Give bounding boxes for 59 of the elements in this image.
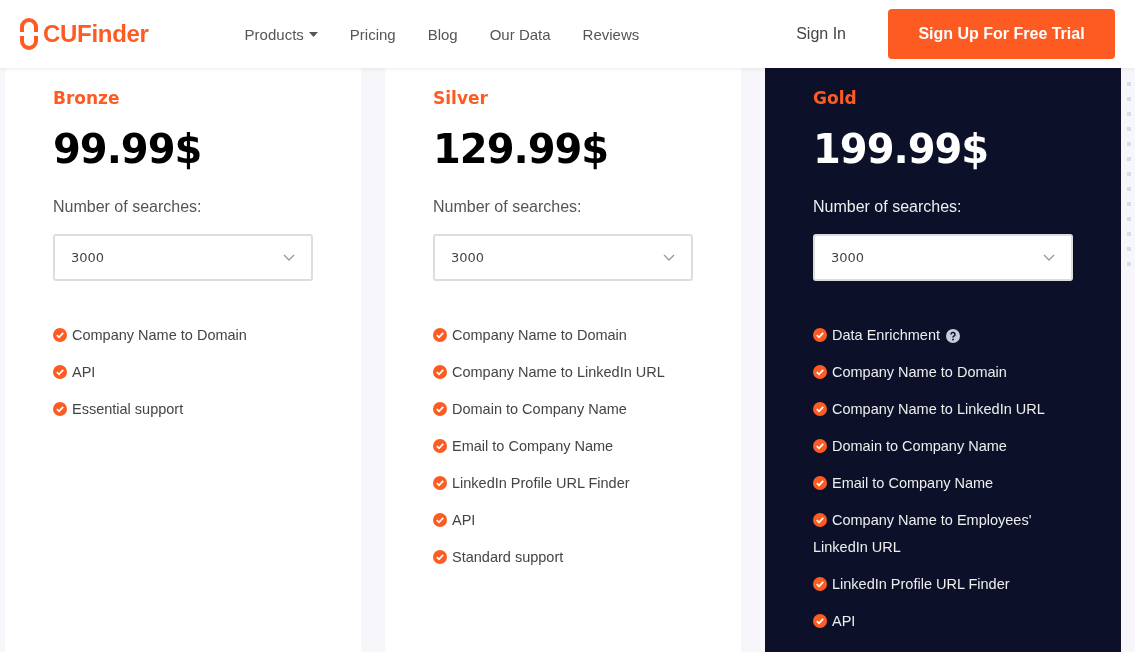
nav-link[interactable]: Blog (427, 25, 458, 43)
check-icon (433, 439, 447, 453)
feature-item: LinkedIn Profile URL Finder (813, 571, 1010, 598)
check-icon (813, 328, 827, 342)
searches-dropdown[interactable]: 3000 (433, 234, 693, 281)
check-icon (433, 476, 447, 490)
searches-dropdown[interactable]: 3000 (53, 234, 313, 281)
check-icon (53, 328, 67, 342)
check-icon (433, 550, 447, 564)
searches-dropdown[interactable]: 3000 (813, 234, 1073, 281)
check-icon (433, 513, 447, 527)
help-icon[interactable] (946, 328, 960, 343)
searches-label: Number of searches: (433, 198, 583, 216)
chevron-icon (1043, 254, 1055, 261)
plan-name: Gold (813, 88, 858, 110)
chevron-icon (283, 254, 295, 261)
check-icon (813, 513, 827, 527)
feature-item: Company Name to Domain (813, 359, 1007, 386)
feature-item: Domain to Company Name (813, 433, 1007, 460)
feature-item: API (53, 359, 96, 386)
nav-link[interactable]: Pricing (349, 25, 396, 43)
plan-name: Silver (433, 88, 489, 110)
feature-item: Email to Company Name (813, 470, 994, 497)
feature-item: Company Name to LinkedIn URL (813, 396, 1045, 423)
plan-price: 199.99$ (813, 126, 990, 172)
nav-link[interactable]: Products (244, 25, 318, 43)
check-icon (433, 365, 447, 379)
feature-item: API (433, 507, 476, 534)
feature-item: Domain to Company Name (433, 396, 627, 423)
feature-item: Essential support (53, 396, 184, 423)
check-icon (433, 402, 447, 416)
plan-name: Bronze (53, 88, 121, 110)
check-icon (813, 476, 827, 490)
plan-price: 99.99$ (53, 126, 203, 172)
nav-link[interactable]: Our Data (489, 25, 551, 43)
feature-item: LinkedIn Profile URL Finder (433, 470, 630, 497)
feature-item: API (813, 608, 856, 635)
check-icon (813, 365, 827, 379)
nav-link[interactable]: Reviews (582, 25, 640, 43)
feature-item: Company Name to Employees' LinkedIn URL (813, 511, 1033, 557)
chevron-icon (663, 254, 675, 261)
plan-price: 129.99$ (433, 126, 610, 172)
feature-item: Standard support (433, 544, 564, 571)
feature-item: Company Name to Domain (53, 322, 247, 349)
check-icon (813, 439, 827, 453)
searches-label: Number of searches: (813, 198, 963, 216)
searches-label: Number of searches: (53, 198, 203, 216)
check-icon (813, 402, 827, 416)
logo-icon (20, 18, 38, 50)
feature-item: Email to Company Name (433, 433, 614, 460)
check-icon (813, 577, 827, 591)
check-icon (53, 365, 67, 379)
feature-item: Data Enrichment (813, 322, 940, 349)
check-icon (813, 614, 827, 628)
sign-in-link[interactable]: Sign In (796, 25, 846, 43)
feature-item: Company Name to Domain (433, 322, 627, 349)
feature-item: Company Name to LinkedIn URL (433, 359, 665, 386)
check-icon (53, 402, 67, 416)
check-icon (433, 328, 447, 342)
